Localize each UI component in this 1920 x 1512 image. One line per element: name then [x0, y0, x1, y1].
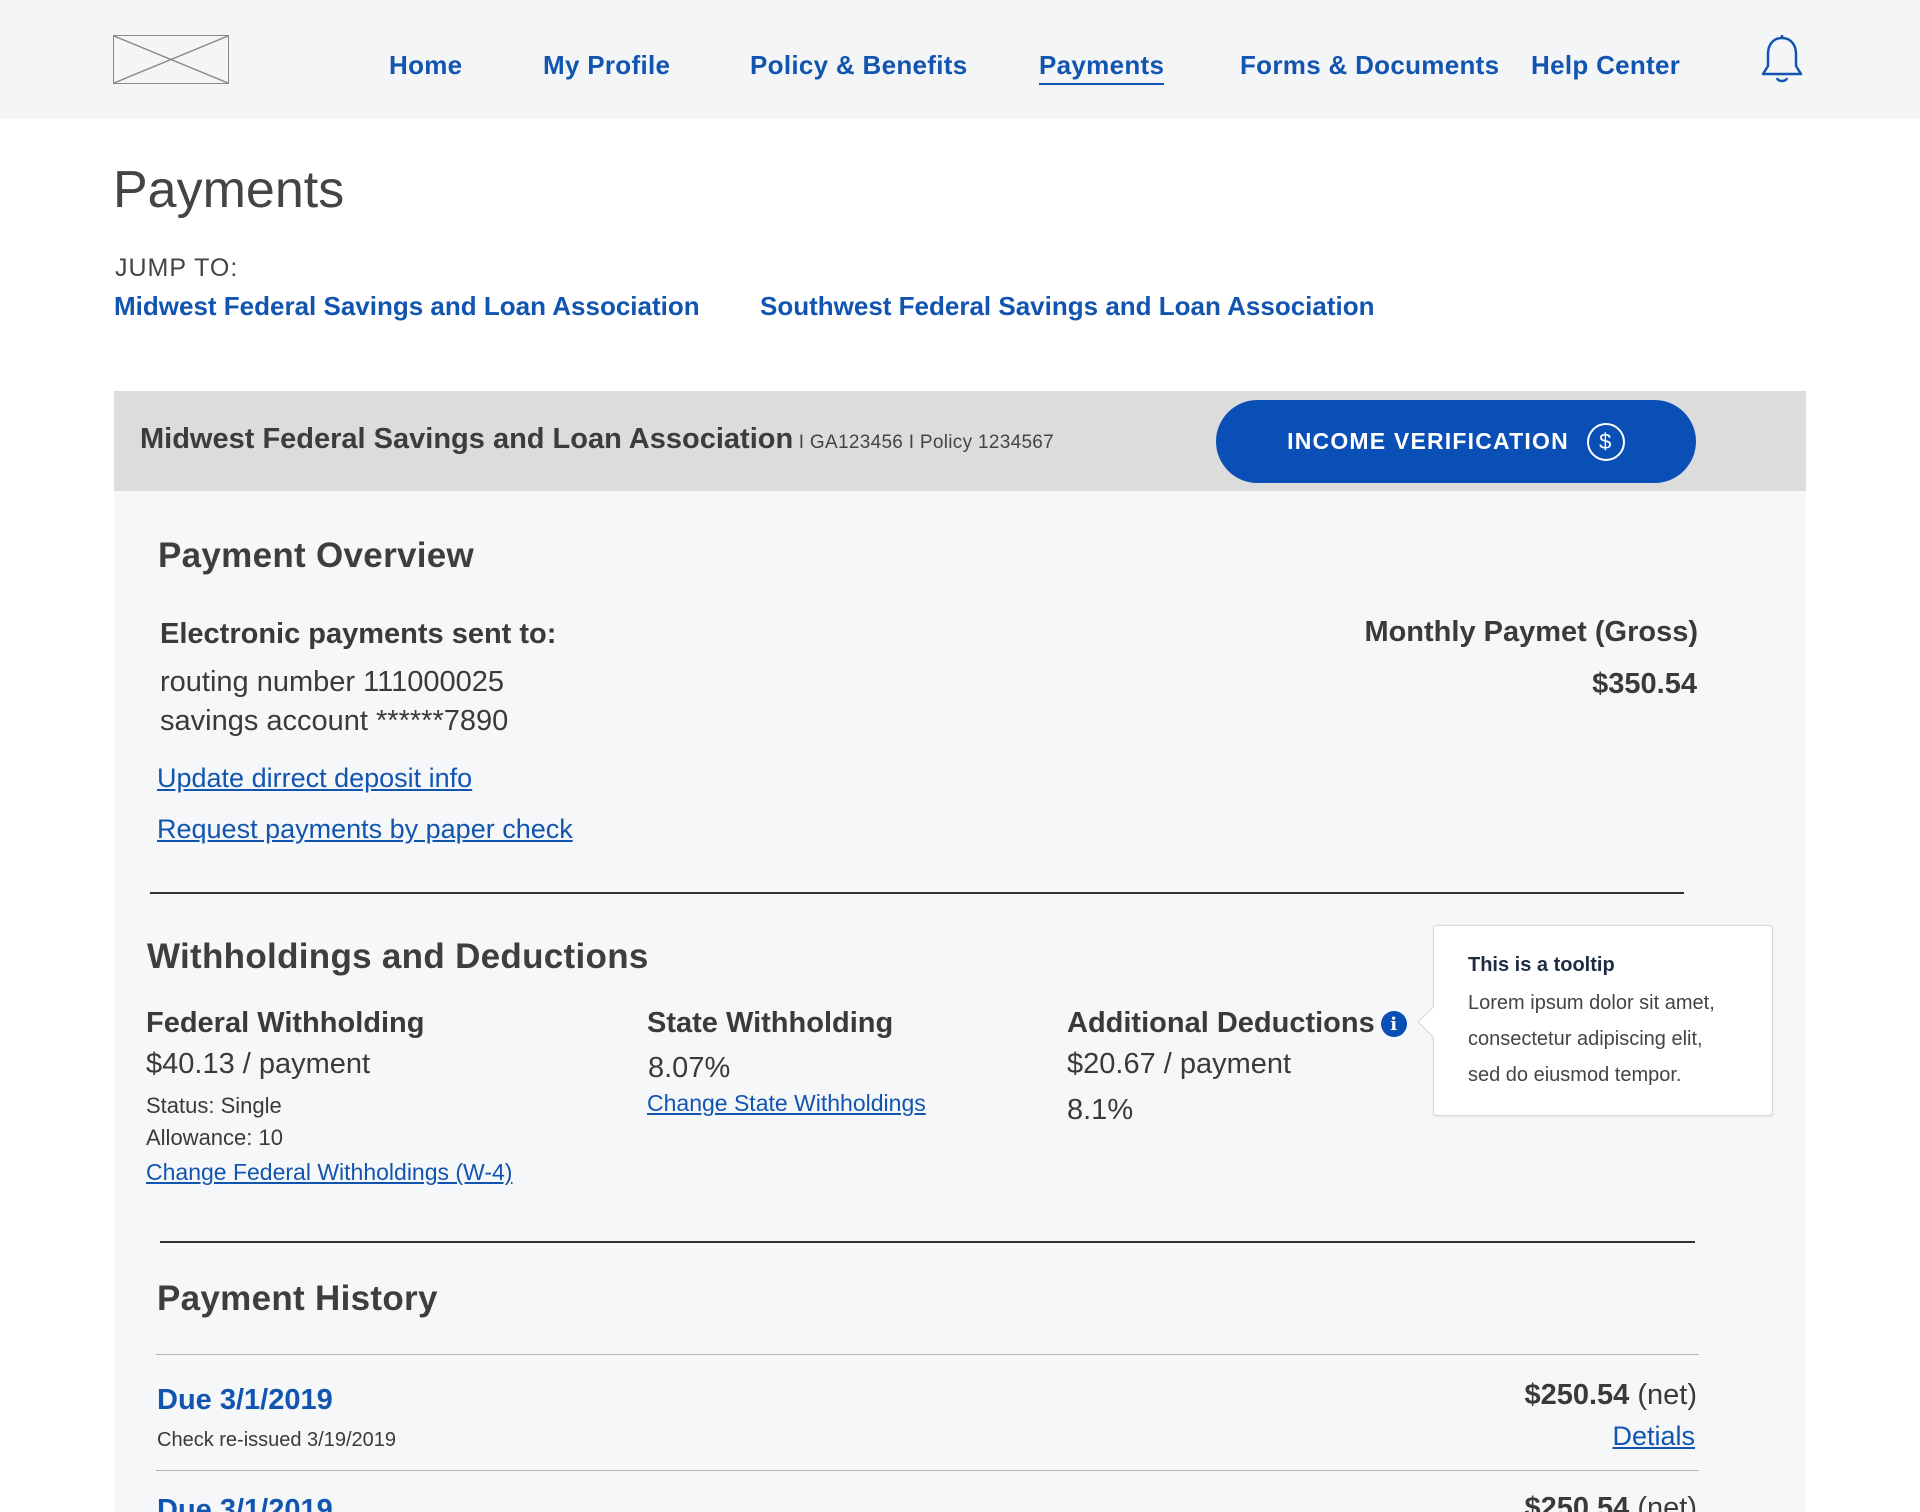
history-amount-net: (net) [1629, 1492, 1697, 1512]
history-note: Check re-issued 3/19/2019 [157, 1429, 397, 1451]
routing-number: routing number 111000025 [160, 666, 504, 698]
additional-deductions-amount: $20.67 / payment [1067, 1048, 1292, 1080]
policy-name: Midwest Federal Savings and Loan Associa… [140, 423, 1054, 456]
history-row-divider [156, 1354, 1699, 1355]
monthly-payment-value: $350.54 [1592, 668, 1697, 700]
jump-link-southwest[interactable]: Southwest Federal Savings and Loan Assoc… [760, 291, 1375, 322]
history-due-date[interactable]: Due 3/1/2019 [157, 1384, 333, 1417]
federal-withholding-label: Federal Withholding [146, 1007, 425, 1039]
nav-home[interactable]: Home [389, 50, 462, 81]
section-divider [160, 1241, 1695, 1243]
nav-payments[interactable]: Payments [1039, 50, 1165, 85]
payment-overview-heading: Payment Overview [158, 536, 475, 575]
policy-panel-header: Midwest Federal Savings and Loan Associa… [114, 391, 1806, 491]
info-icon[interactable]: i [1380, 1011, 1407, 1038]
section-divider [150, 892, 1684, 894]
change-federal-withholdings-link[interactable]: Change Federal Withholdings (W-4) [146, 1159, 512, 1186]
federal-status: Status: Single [146, 1093, 282, 1118]
nav-help-center[interactable]: Help Center [1531, 50, 1680, 81]
history-due-date[interactable]: Due 3/1/2019 [157, 1494, 333, 1512]
history-amount: $250.54 (net) [1524, 1379, 1697, 1412]
tooltip-title: This is a tooltip [1468, 954, 1615, 976]
history-amount-net: (net) [1629, 1379, 1697, 1411]
info-tooltip: This is a tooltip Lorem ipsum dolor sit … [1417, 925, 1773, 1116]
policy-name-text: Midwest Federal Savings and Loan Associa… [140, 423, 794, 455]
state-withholding-label: State Withholding [647, 1007, 894, 1039]
logo-placeholder[interactable] [113, 35, 229, 84]
nav-my-profile[interactable]: My Profile [543, 50, 670, 81]
change-state-withholdings-link[interactable]: Change State Withholdings [647, 1090, 926, 1117]
federal-allowance: Allowance: 10 [146, 1125, 283, 1150]
nav-policy-benefits[interactable]: Policy & Benefits [750, 50, 968, 81]
income-verification-button[interactable]: INCOME VERIFICATION $ [1216, 400, 1696, 483]
tooltip-body: Lorem ipsum dolor sit amet, consectetur … [1468, 992, 1715, 1086]
page-title: Payments [113, 161, 345, 219]
jump-to-label: JUMP TO: [115, 254, 239, 282]
logo-image-icon [114, 36, 228, 83]
withholdings-heading: Withholdings and Deductions [147, 937, 649, 976]
income-verification-label: INCOME VERIFICATION [1287, 428, 1569, 454]
jump-link-midwest[interactable]: Midwest Federal Savings and Loan Associa… [114, 291, 700, 322]
paper-check-link[interactable]: Request payments by paper check [157, 814, 573, 845]
history-row-divider [156, 1470, 1699, 1471]
sent-to-label: Electronic payments sent to: [160, 618, 557, 650]
update-deposit-link[interactable]: Update dirrect deposit info [157, 763, 472, 794]
history-amount-value: $250.54 [1524, 1492, 1630, 1512]
additional-deductions-label: Additional Deductions i [1067, 1007, 1407, 1040]
nav-forms-documents[interactable]: Forms & Documents [1240, 50, 1499, 81]
savings-account: savings account ******7890 [160, 705, 509, 737]
notification-bell-icon[interactable] [1759, 34, 1805, 84]
additional-deductions-text: Additional Deductions [1067, 1007, 1375, 1039]
state-withholding-rate: 8.07% [648, 1052, 731, 1084]
federal-withholding-amount: $40.13 / payment [146, 1048, 371, 1080]
additional-deductions-rate: 8.1% [1067, 1094, 1134, 1126]
monthly-payment-label: Monthly Paymet (Gross) [1364, 616, 1698, 648]
dollar-circle-icon: $ [1586, 422, 1625, 461]
history-amount-value: $250.54 [1524, 1379, 1630, 1411]
history-amount: $250.54 (net) [1524, 1492, 1697, 1512]
payment-history-heading: Payment History [157, 1279, 438, 1318]
top-nav-bar: Home My Profile Policy & Benefits Paymen… [0, 0, 1920, 119]
history-details-link[interactable]: Detials [1612, 1421, 1695, 1452]
policy-meta: I GA123456 I Policy 1234567 [793, 432, 1055, 453]
